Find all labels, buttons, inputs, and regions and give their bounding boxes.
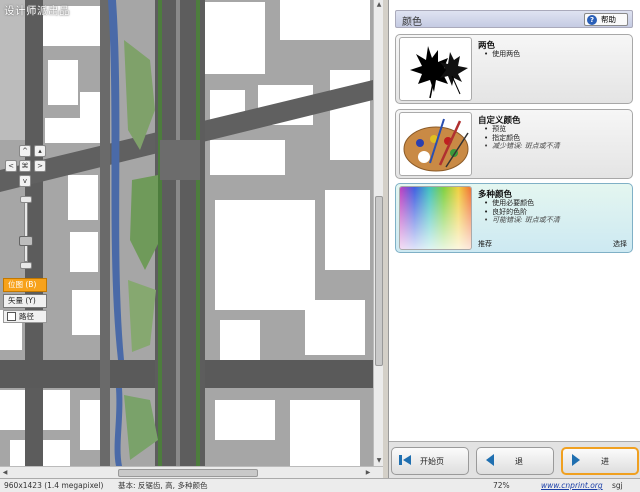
map-vertical-scrollbar[interactable]: ▲ ▼ xyxy=(373,0,383,466)
status-tail: sgj xyxy=(612,481,623,490)
vector-layer-button[interactable]: 矢量 (Y) xyxy=(3,294,47,308)
pan-up-button[interactable]: ^ xyxy=(19,145,31,157)
map-preview-pane[interactable]: 设计师派出品 ^ ▴ < ⌘ > v 位图 (B) 矢量 (Y) 路径 xyxy=(0,0,383,466)
option-bullet: 使用两色 xyxy=(484,50,520,59)
map-horizontal-scrollbar[interactable]: ◀ ▶ xyxy=(0,466,383,478)
back-label: 退 xyxy=(515,456,523,466)
next-arrow-icon xyxy=(569,453,583,469)
layer-switcher: 位图 (B) 矢量 (Y) 路径 xyxy=(3,278,47,323)
horizontal-scroll-thumb[interactable] xyxy=(118,469,258,477)
option-custom-colors[interactable]: 自定义颜色 预览 指定颜色 减少错误: 斑点或不清 xyxy=(395,109,633,179)
option-bullet: 使用必要颜色 xyxy=(484,199,560,208)
option-bullet-warning: 可能错误: 斑点或不清 xyxy=(484,216,560,225)
maple-leaf-thumbnail xyxy=(399,37,472,101)
paint-palette-icon xyxy=(403,118,469,172)
pan-down-button[interactable]: v xyxy=(19,175,31,187)
path-checkbox-row[interactable]: 路径 xyxy=(3,310,47,323)
option-bullets: 预览 指定颜色 减少错误: 斑点或不清 xyxy=(484,125,560,151)
color-swatch-icon xyxy=(400,187,471,249)
option-bullet: 指定颜色 xyxy=(484,134,560,143)
zoom-in-corner-button[interactable]: ▴ xyxy=(34,145,46,157)
option-bullets: 使用必要颜色 良好的色阶 可能错误: 斑点或不清 xyxy=(484,199,560,225)
panel-title: 颜色 xyxy=(402,17,422,28)
maple-leaf-icon xyxy=(410,46,468,99)
option-bullet: 良好的色阶 xyxy=(484,208,560,217)
map-nav-pad: ^ ▴ < ⌘ > v xyxy=(3,145,47,189)
path-checkbox-label: 路径 xyxy=(19,312,34,321)
start-page-label: 开始页 xyxy=(420,456,444,466)
option-two-colors[interactable]: 两色 使用两色 xyxy=(395,34,633,104)
option-multi-colors[interactable]: 多种颜色 使用必要颜色 良好的色阶 可能错误: 斑点或不清 推荐 选择 xyxy=(395,183,633,253)
map-image xyxy=(0,0,383,466)
pan-right-button[interactable]: > xyxy=(34,160,46,172)
option-bullet: 预览 xyxy=(484,125,560,134)
option-bullets: 使用两色 xyxy=(484,50,520,59)
palette-thumbnail xyxy=(399,112,472,176)
back-button[interactable]: 退 xyxy=(476,447,554,475)
help-icon: ? xyxy=(587,14,597,25)
help-button[interactable]: ? 帮助 xyxy=(584,13,628,26)
scroll-down-arrow-icon[interactable]: ▼ xyxy=(374,456,384,466)
next-button[interactable]: 进 xyxy=(561,447,639,475)
selected-label: 选择 xyxy=(613,240,627,248)
wizard-nav-bar: 开始页 退 进 xyxy=(389,441,640,478)
watermark-text: 设计师派出品 xyxy=(4,5,70,17)
back-arrow-icon xyxy=(483,453,497,469)
path-checkbox[interactable] xyxy=(7,312,16,321)
color-options-panel: 颜色 ? 帮助 两色 使用两色 xyxy=(388,0,640,478)
vertical-scroll-thumb[interactable] xyxy=(375,196,383,366)
option-bullet-warning: 减少错误: 斑点或不清 xyxy=(484,142,560,151)
recommended-label: 推荐 xyxy=(478,240,492,248)
next-label: 进 xyxy=(601,456,609,466)
status-bar: 960x1423 (1.4 megapixel) 基本: 反锯齿, 高, 多种颜… xyxy=(0,478,640,492)
start-page-icon xyxy=(398,453,412,469)
help-label: 帮助 xyxy=(601,15,616,24)
status-mode: 基本: 反锯齿, 高, 多种颜色 xyxy=(118,481,208,490)
panel-header: 颜色 ? 帮助 xyxy=(395,10,633,28)
rainbow-thumbnail xyxy=(399,186,472,250)
zoom-cap-bottom[interactable] xyxy=(20,262,32,269)
start-page-button[interactable]: 开始页 xyxy=(391,447,469,475)
pan-left-button[interactable]: < xyxy=(5,160,17,172)
status-zoom: 72% xyxy=(493,481,510,490)
bitmap-layer-button[interactable]: 位图 (B) xyxy=(3,278,47,292)
status-website-link[interactable]: www.cnprint.org xyxy=(541,479,603,492)
zoom-slider-thumb[interactable] xyxy=(19,236,33,246)
status-dimensions: 960x1423 (1.4 megapixel) xyxy=(4,481,104,490)
center-button[interactable]: ⌘ xyxy=(19,160,31,172)
zoom-slider-track[interactable] xyxy=(24,202,28,262)
scroll-up-arrow-icon[interactable]: ▲ xyxy=(374,0,384,10)
